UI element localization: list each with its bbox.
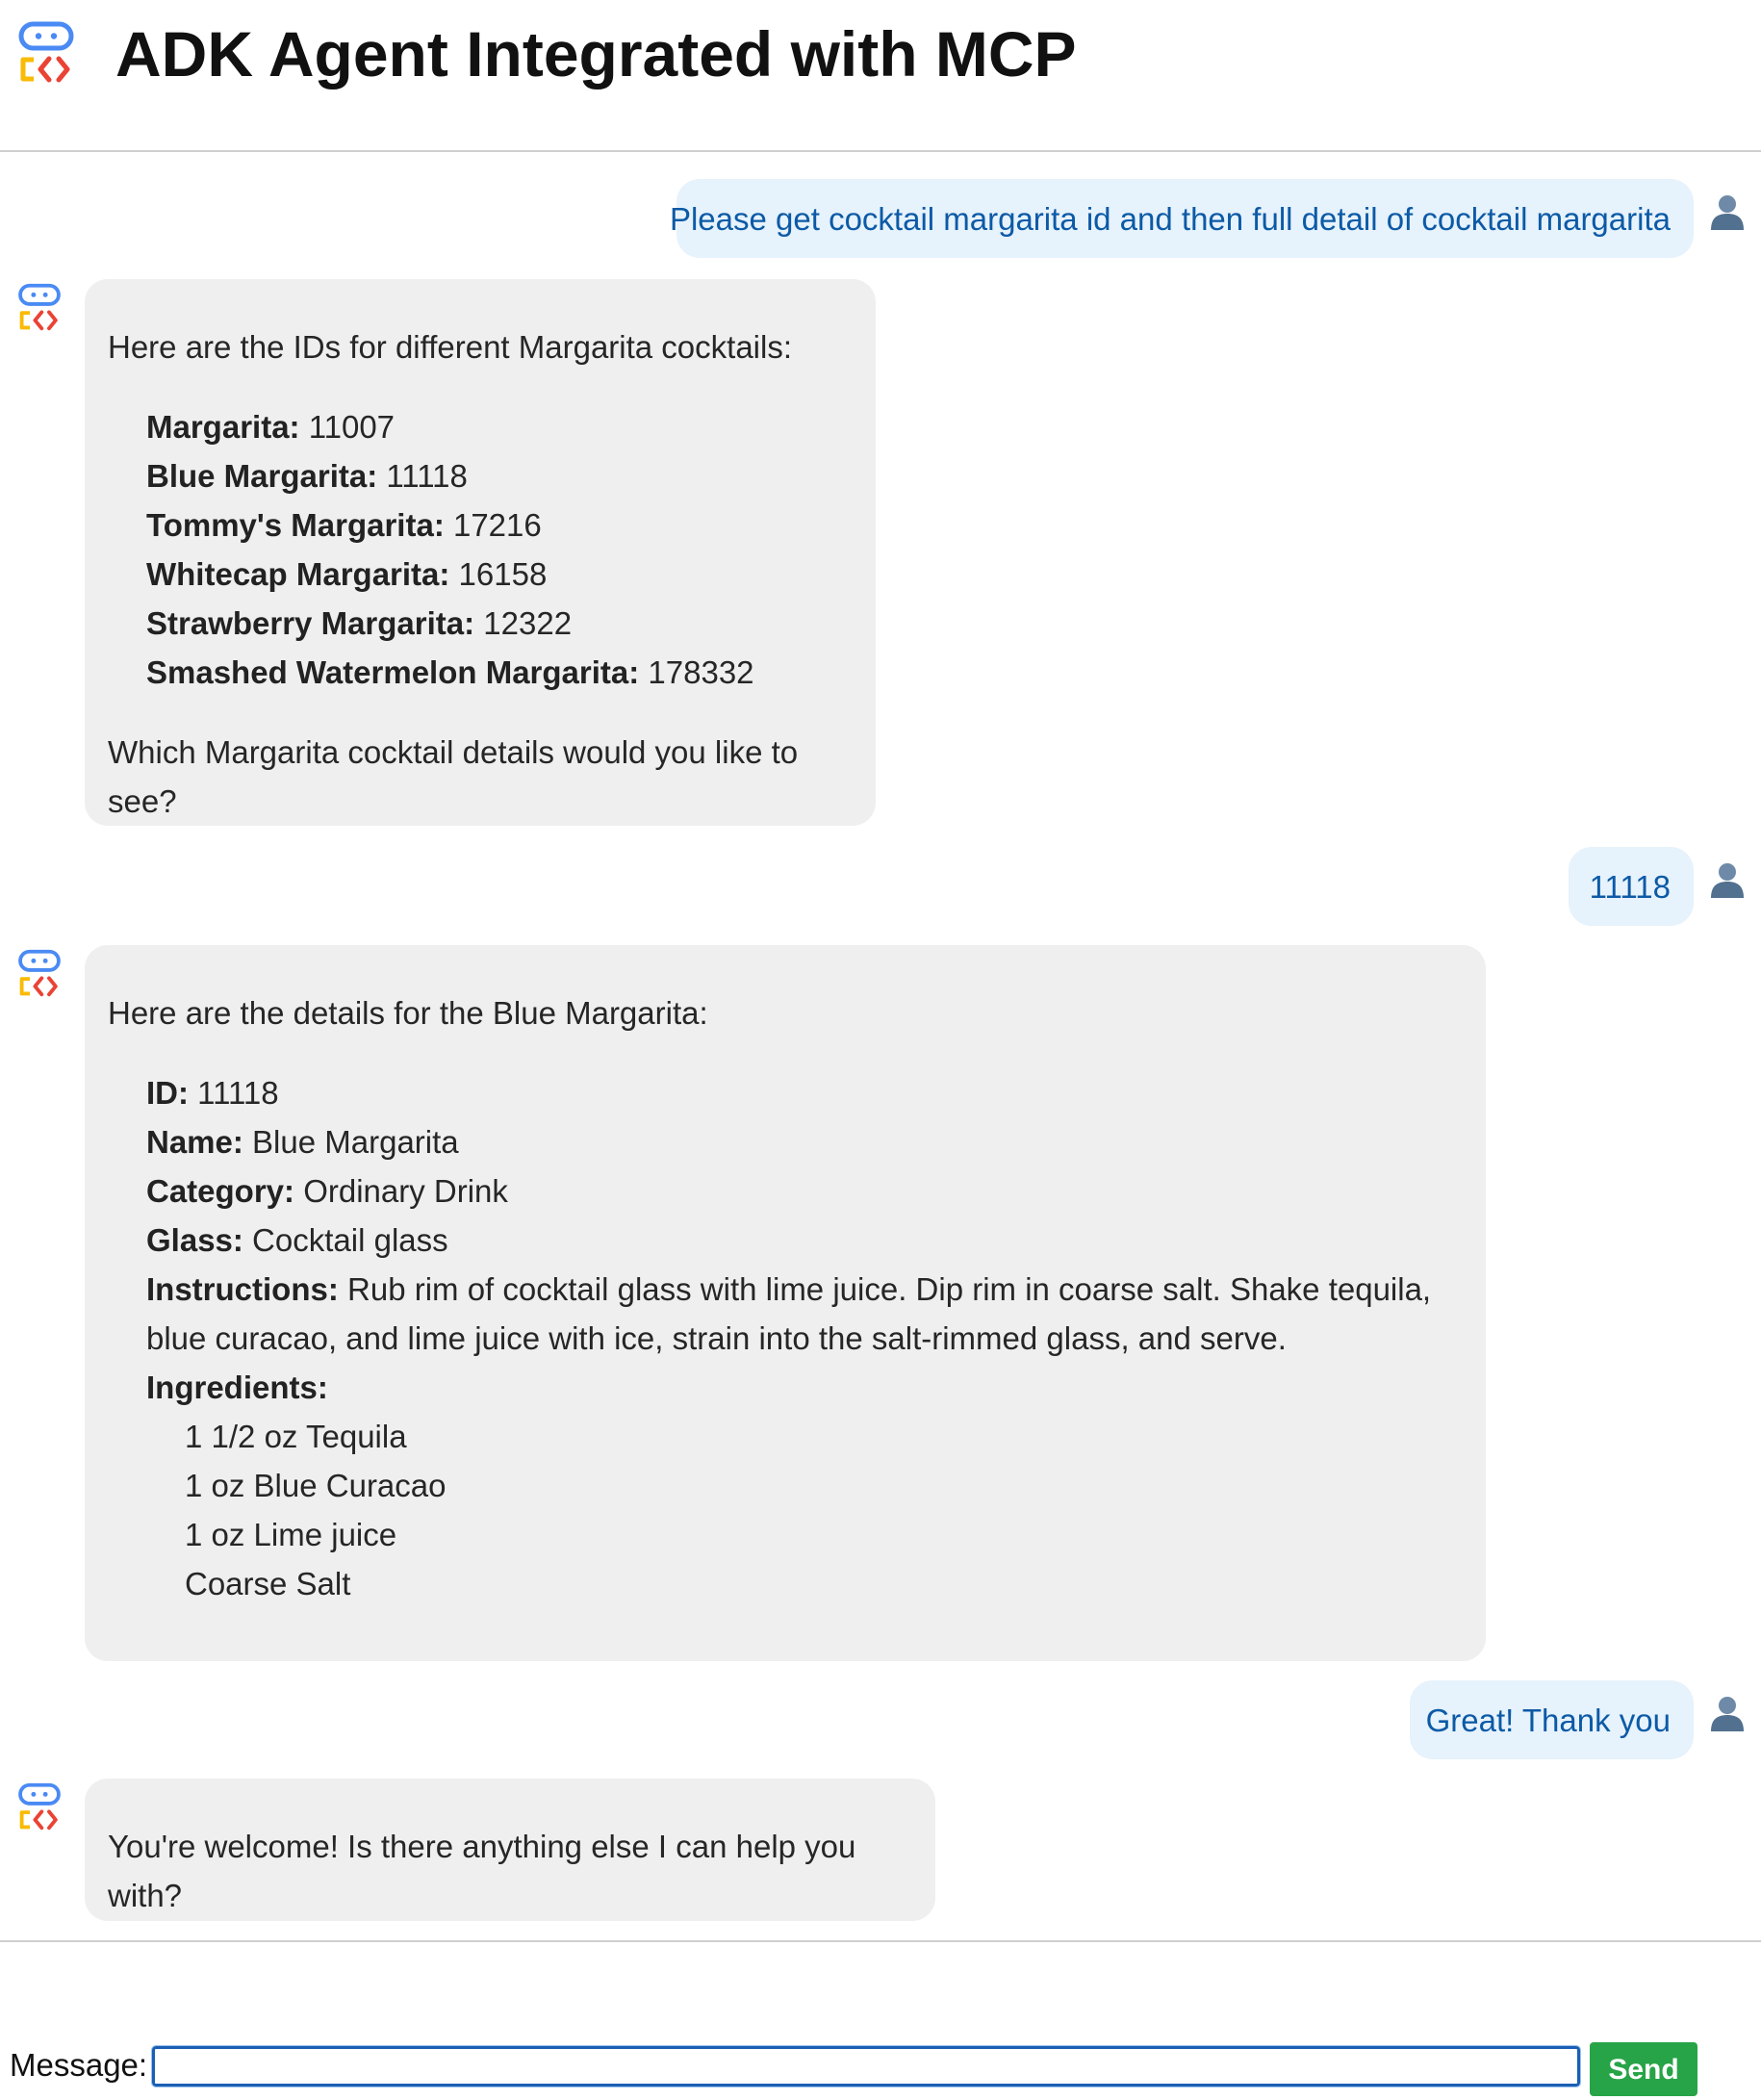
- bot-message: Here are the IDs for different Margarita…: [85, 279, 876, 826]
- user-message-text: Please get cocktail margarita id and the…: [669, 200, 1671, 237]
- item-value: 11007: [299, 409, 396, 445]
- ingredient-item: 1 1/2 oz Tequila: [185, 1419, 407, 1454]
- item-label: Category:: [146, 1173, 295, 1209]
- list-item: Strawberry Margarita: 12322: [146, 599, 853, 648]
- chat-transcript[interactable]: Please get cocktail margarita id and the…: [0, 154, 1761, 1940]
- item-label: Smashed Watermelon Margarita:: [146, 654, 640, 690]
- user-avatar-icon: [1711, 863, 1744, 898]
- ingredient-item: 1 oz Lime juice: [185, 1517, 397, 1552]
- list-item: Glass: Cocktail glass: [146, 1216, 1463, 1265]
- item-label: Tommy's Margarita:: [146, 507, 445, 543]
- list-item: Ingredients: 1 1/2 oz Tequila 1 oz Blue …: [146, 1363, 1463, 1608]
- list-item: Blue Margarita: 11118: [146, 451, 853, 500]
- send-button[interactable]: Send: [1590, 2042, 1697, 2096]
- user-message: Please get cocktail margarita id and the…: [670, 179, 1694, 258]
- cocktail-id-list: Margarita: 11007 Blue Margarita: 11118 T…: [108, 402, 853, 697]
- bot-message-intro: Here are the details for the Blue Margar…: [108, 995, 708, 1031]
- ingredient-item: Coarse Salt: [185, 1566, 351, 1601]
- item-label: ID:: [146, 1075, 189, 1111]
- bot-message-text: You're welcome! Is there anything else I…: [108, 1829, 856, 1913]
- item-value: 12322: [474, 605, 573, 641]
- item-label: Instructions:: [146, 1271, 339, 1307]
- user-message: 11118: [1569, 847, 1694, 926]
- user-message-text: Great! Thank you: [1425, 1702, 1671, 1738]
- message-input[interactable]: [151, 2045, 1581, 2087]
- bot-message: Here are the details for the Blue Margar…: [85, 945, 1486, 1661]
- bot-avatar-icon: [18, 283, 61, 331]
- item-value: 17216: [444, 507, 542, 543]
- list-item: Whitecap Margarita: 16158: [146, 550, 853, 599]
- item-value: 178332: [639, 654, 754, 690]
- item-value: Ordinary Drink: [294, 1173, 508, 1209]
- bot-message-outro: Which Margarita cocktail details would y…: [108, 734, 799, 819]
- user-avatar-icon: [1711, 1697, 1744, 1731]
- bot-avatar-icon: [18, 949, 61, 997]
- item-value: 11118: [189, 1075, 279, 1111]
- item-value: 11118: [377, 458, 468, 494]
- item-label: Blue Margarita:: [146, 458, 378, 494]
- user-message: Great! Thank you: [1410, 1680, 1694, 1759]
- list-item: Smashed Watermelon Margarita: 178332: [146, 648, 853, 697]
- adk-robot-logo-icon: [18, 21, 74, 83]
- bot-avatar-icon: [18, 1782, 61, 1831]
- page-title: ADK Agent Integrated with MCP: [115, 18, 1077, 90]
- item-label: Margarita:: [146, 409, 300, 445]
- item-value: 16158: [449, 556, 548, 592]
- list-item: Tommy's Margarita: 17216: [146, 500, 853, 550]
- ingredient-item: 1 oz Blue Curacao: [185, 1468, 447, 1503]
- item-label: Name:: [146, 1124, 243, 1160]
- message-label: Message:: [10, 2047, 148, 2083]
- item-label: Strawberry Margarita:: [146, 605, 475, 641]
- app-header: ADK Agent Integrated with MCP: [0, 0, 1761, 152]
- message-composer: Message: Send: [0, 1940, 1761, 2100]
- bot-message: You're welcome! Is there anything else I…: [85, 1779, 935, 1921]
- cocktail-detail-list: ID: 11118 Name: Blue Margarita Category:…: [108, 1068, 1463, 1608]
- list-item: Margarita: 11007: [146, 402, 853, 451]
- user-message-text: 11118: [1589, 868, 1671, 905]
- ingredients-list: 1 1/2 oz Tequila 1 oz Blue Curacao 1 oz …: [146, 1412, 1463, 1608]
- list-item: ID: 11118: [146, 1068, 1463, 1117]
- bot-message-intro: Here are the IDs for different Margarita…: [108, 329, 793, 365]
- item-value: Cocktail glass: [242, 1222, 448, 1258]
- item-value: Rub rim of cocktail glass with lime juic…: [146, 1271, 1432, 1356]
- item-value: Blue Margarita: [242, 1124, 459, 1160]
- list-item: Category: Ordinary Drink: [146, 1166, 1463, 1216]
- list-item: Name: Blue Margarita: [146, 1117, 1463, 1166]
- item-label: Whitecap Margarita:: [146, 556, 450, 592]
- user-avatar-icon: [1711, 195, 1744, 230]
- item-label: Ingredients:: [146, 1370, 328, 1405]
- item-label: Glass:: [146, 1222, 243, 1258]
- list-item: Instructions: Rub rim of cocktail glass …: [146, 1265, 1463, 1363]
